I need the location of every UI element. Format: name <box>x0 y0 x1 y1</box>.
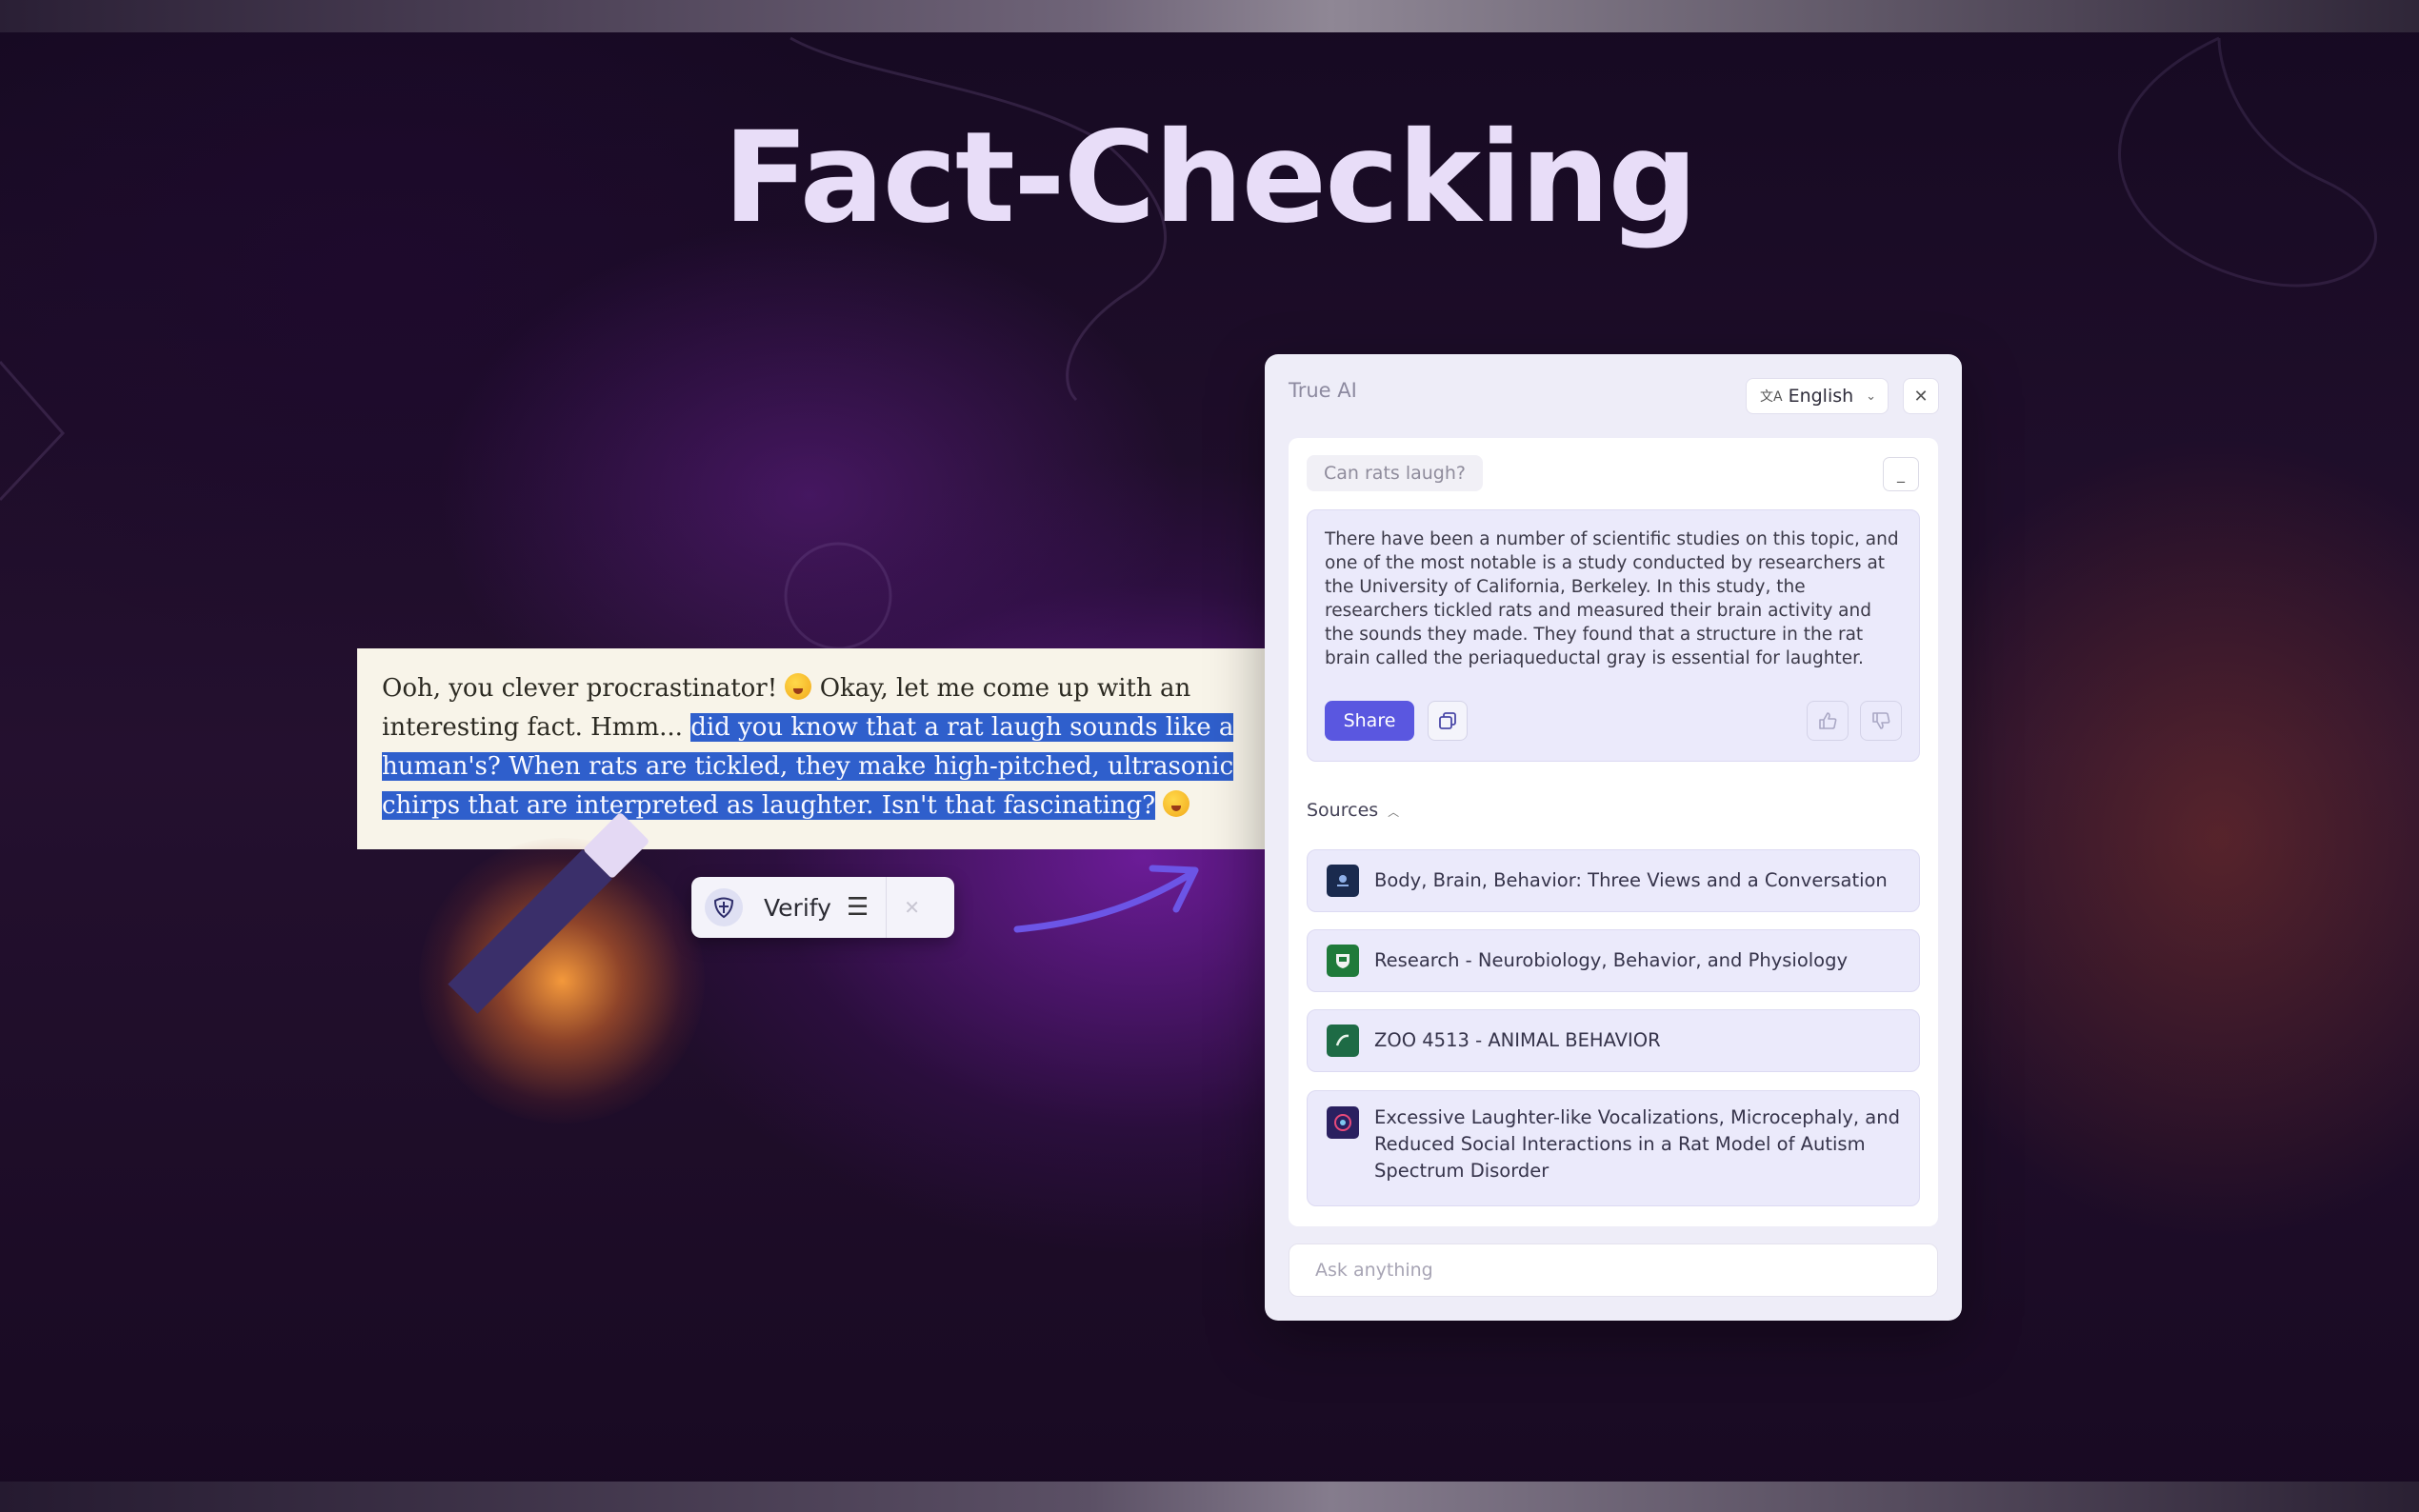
conversation-area: Can rats laugh? _ There have been a numb… <box>1289 438 1938 1226</box>
close-icon: ✕ <box>1913 386 1929 407</box>
panel-close-button[interactable]: ✕ <box>1903 378 1939 414</box>
grinning-face-emoji-icon <box>1163 790 1190 817</box>
thumbs-up-icon <box>1819 712 1837 729</box>
thumbs-up-button[interactable] <box>1807 701 1849 741</box>
true-ai-logo-icon <box>705 888 743 926</box>
source-item[interactable]: Excessive Laughter-like Vocalizations, M… <box>1307 1090 1920 1206</box>
language-value: English <box>1788 386 1854 407</box>
hamburger-icon[interactable]: ☰ <box>847 893 869 922</box>
answer-text: There have been a number of scientific s… <box>1325 529 1899 668</box>
share-button[interactable]: Share <box>1325 701 1414 741</box>
chevron-down-icon: ⌄ <box>1866 388 1876 404</box>
thumbs-down-button[interactable] <box>1860 701 1902 741</box>
close-icon[interactable]: ✕ <box>904 896 920 919</box>
source-item[interactable]: Research - Neurobiology, Behavior, and P… <box>1307 929 1920 992</box>
source-title: Body, Brain, Behavior: Three Views and a… <box>1374 869 1888 891</box>
minimize-icon: _ <box>1897 465 1905 483</box>
source-title: Excessive Laughter-like Vocalizations, M… <box>1374 1106 1900 1182</box>
thumbs-down-icon <box>1872 712 1890 729</box>
toolbar-divider <box>886 877 888 938</box>
verify-toolbar[interactable]: Verify ☰ ✕ <box>691 877 954 938</box>
panel-title: True AI <box>1289 379 1357 402</box>
language-select[interactable]: 文A English ⌄ <box>1746 378 1889 414</box>
sources-toggle[interactable]: Sources ︿ <box>1307 800 1399 821</box>
winking-face-emoji-icon <box>785 673 812 700</box>
user-question: Can rats laugh? <box>1307 455 1483 491</box>
ask-input[interactable]: Ask anything <box>1289 1243 1938 1297</box>
source-title: ZOO 4513 - ANIMAL BEHAVIOR <box>1374 1029 1661 1051</box>
copy-icon <box>1439 712 1456 729</box>
source-title: Research - Neurobiology, Behavior, and P… <box>1374 949 1849 971</box>
source-item[interactable]: ZOO 4513 - ANIMAL BEHAVIOR <box>1307 1009 1920 1072</box>
answer-card: There have been a number of scientific s… <box>1307 509 1920 762</box>
magic-wand-icon <box>448 813 649 1014</box>
source-logo-icon <box>1327 1025 1359 1057</box>
source-item[interactable]: Body, Brain, Behavior: Three Views and a… <box>1307 849 1920 912</box>
true-ai-panel: True AI 文A English ⌄ ✕ Can rats laugh? _… <box>1265 354 1962 1321</box>
copy-button[interactable] <box>1428 701 1468 741</box>
curved-arrow-icon <box>1013 865 1199 933</box>
source-logo-icon <box>1327 865 1359 897</box>
source-logo-icon <box>1327 945 1359 977</box>
source-logo-icon <box>1327 1106 1359 1139</box>
translate-icon: 文A <box>1760 389 1783 405</box>
minimize-button[interactable]: _ <box>1883 457 1919 491</box>
sources-label: Sources <box>1307 800 1379 821</box>
verify-button[interactable]: Verify <box>764 894 831 922</box>
chevron-up-icon: ︿ <box>1388 806 1400 819</box>
